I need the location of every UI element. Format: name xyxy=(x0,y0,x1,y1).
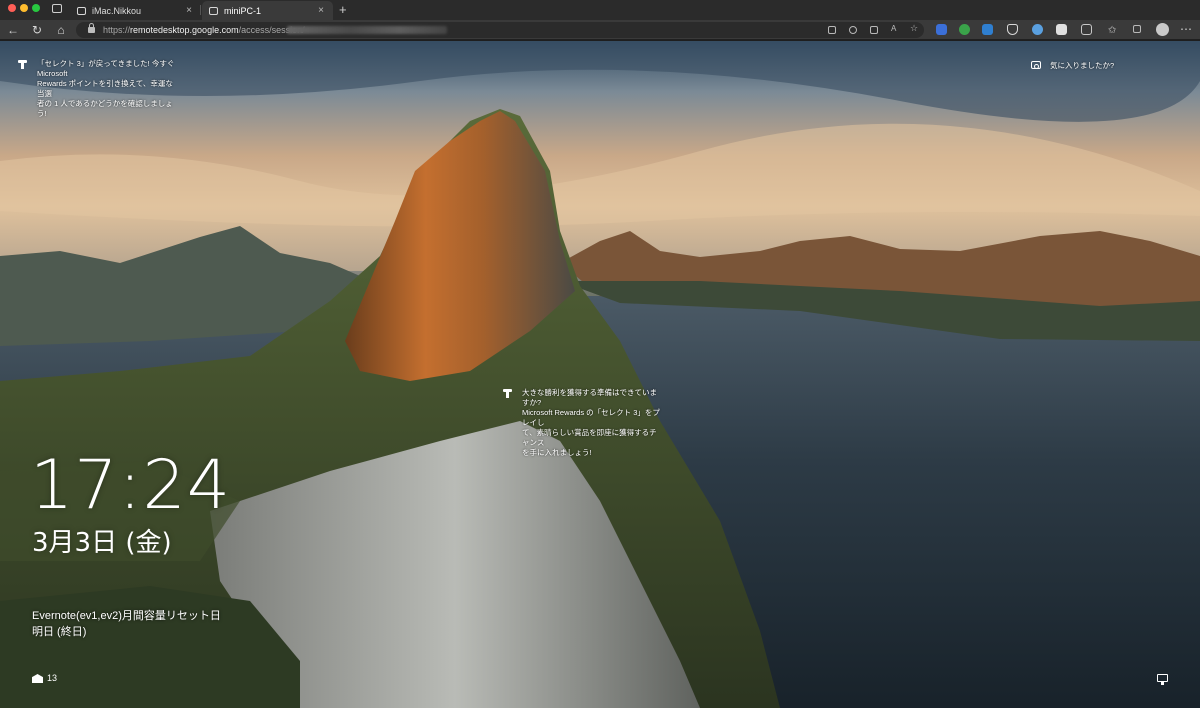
more-menu-icon[interactable]: ⋯ xyxy=(1180,21,1192,37)
network-icon[interactable] xyxy=(1157,674,1168,685)
rewards-icon xyxy=(503,389,512,398)
cast-icon[interactable] xyxy=(828,26,836,34)
rewards-tip-top[interactable]: 「セレクト 3」が戻ってきました! 今すぐ Microsoft Rewards … xyxy=(37,59,177,119)
tab-imac-nikkou[interactable]: iMac.Nikkou × xyxy=(70,1,201,20)
share-icon[interactable] xyxy=(870,26,878,34)
translate-extension-icon[interactable] xyxy=(936,24,947,35)
profile-avatar[interactable] xyxy=(1156,23,1169,36)
lock-clock: 17:24 xyxy=(30,446,231,525)
favorite-star-icon[interactable]: ☆ xyxy=(910,23,918,33)
tab-close-icon[interactable]: × xyxy=(315,5,327,16)
read-aloud-icon[interactable]: A xyxy=(891,24,899,33)
like-prompt[interactable]: 気に入りましたか? xyxy=(1050,60,1114,71)
camera-icon[interactable] xyxy=(1031,61,1041,69)
browser-toolbar: ← ↻ ⌂ https://remotedesktop.google.com/a… xyxy=(0,20,1200,40)
remote-lock-screen[interactable]: 「セレクト 3」が戻ってきました! 今すぐ Microsoft Rewards … xyxy=(0,41,1200,708)
home-button[interactable]: ⌂ xyxy=(53,22,69,38)
redacted-session-id xyxy=(287,26,447,34)
address-bar[interactable]: https://remotedesktop.google.com/access/… xyxy=(76,22,924,38)
lock-date: 3月3日 (金) xyxy=(32,528,172,558)
url-text[interactable]: https://remotedesktop.google.com/access/… xyxy=(103,22,305,38)
key-icon[interactable] xyxy=(849,26,857,34)
window-minimize-button[interactable] xyxy=(20,4,28,12)
calendar-event-title: Evernote(ev1,ev2)月間容量リセット日 xyxy=(32,610,221,622)
mail-count-badge: 13 xyxy=(47,673,58,683)
tab-title: miniPC-1 xyxy=(224,5,262,16)
url-scheme: https:// xyxy=(103,25,131,35)
square-extension-icon[interactable] xyxy=(1056,24,1067,35)
s-extension-icon[interactable] xyxy=(982,24,993,35)
back-button[interactable]: ← xyxy=(5,22,21,38)
window-close-button[interactable] xyxy=(8,4,16,12)
collections-icon[interactable] xyxy=(1133,25,1141,33)
rewards-tip-middle[interactable]: 大きな勝利を獲得する準備はできていますか? Microsoft Rewards … xyxy=(522,388,662,458)
tab-minipc-1[interactable]: miniPC-1 × xyxy=(202,1,333,20)
new-tab-button[interactable]: + xyxy=(339,1,347,19)
tab-close-icon[interactable]: × xyxy=(183,5,195,16)
extensions-puzzle-icon[interactable] xyxy=(1081,24,1092,35)
remote-desktop-favicon-icon xyxy=(77,6,86,15)
tab-title: iMac.Nikkou xyxy=(92,5,142,16)
tab-actions-icon[interactable] xyxy=(52,4,62,13)
url-host: remotedesktop.google.com xyxy=(130,25,239,35)
tab-separator xyxy=(200,5,201,15)
window-maximize-button[interactable] xyxy=(32,4,40,12)
evernote-extension-icon[interactable] xyxy=(959,24,970,35)
lock-icon[interactable] xyxy=(88,23,95,33)
favorites-icon[interactable]: ✩ xyxy=(1108,25,1116,36)
remote-desktop-favicon-icon xyxy=(209,6,218,15)
calendar-event-time: 明日 (終日) xyxy=(32,626,87,638)
pocket-extension-icon[interactable] xyxy=(1007,24,1018,35)
reload-button[interactable]: ↻ xyxy=(29,22,45,38)
tab-bar: iMac.Nikkou × miniPC-1 × + xyxy=(0,0,1200,20)
colorful-extension-icon[interactable] xyxy=(1032,24,1043,35)
rewards-icon xyxy=(18,60,27,69)
